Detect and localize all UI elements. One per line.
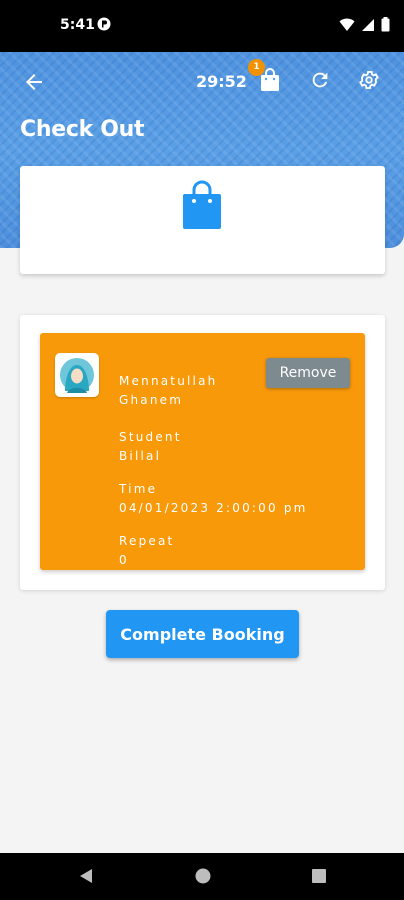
cart-summary-card: [20, 166, 385, 274]
shopping-bag-large-icon: [182, 180, 222, 235]
student-info: Student Billal: [119, 428, 182, 466]
status-time: 5:41: [60, 17, 95, 33]
time-info: Time 04/01/2023 2:00:00 pm: [119, 480, 308, 518]
countdown-timer: 29:52: [196, 72, 247, 91]
back-arrow-icon[interactable]: [22, 70, 46, 99]
booking-item: Mennatullah Ghanem Student Billal Time 0…: [40, 333, 365, 570]
app-notification-icon: [97, 17, 111, 36]
repeat-info: Repeat 0: [119, 532, 174, 570]
student-label: Student: [119, 430, 182, 444]
time-label: Time: [119, 482, 158, 496]
page-title: Check Out: [20, 117, 145, 142]
time-value: 04/01/2023 2:00:00 pm: [119, 501, 308, 515]
teacher-name-line1: Mennatullah: [119, 374, 218, 388]
refresh-icon[interactable]: [309, 69, 331, 96]
repeat-value: 0: [119, 553, 129, 567]
teacher-avatar: [55, 353, 99, 397]
repeat-label: Repeat: [119, 534, 175, 548]
settings-icon[interactable]: [358, 69, 380, 96]
system-nav-bar: [0, 853, 404, 900]
teacher-name-line2: Ghanem: [119, 393, 184, 407]
nav-recent-apps-icon[interactable]: [310, 867, 328, 890]
wifi-icon: [339, 18, 355, 37]
cart-count-badge: 1: [248, 59, 265, 76]
complete-booking-button[interactable]: Complete Booking: [106, 610, 299, 658]
nav-back-icon[interactable]: [77, 867, 95, 890]
student-value: Billal: [119, 449, 162, 463]
status-bar: 5:41: [0, 0, 404, 52]
nav-home-icon[interactable]: [194, 867, 212, 890]
signal-icon: [361, 18, 375, 37]
battery-icon: [381, 17, 390, 37]
teacher-name: Mennatullah Ghanem: [119, 372, 217, 410]
remove-button[interactable]: Remove: [266, 358, 350, 388]
status-icons: [339, 17, 390, 37]
booking-list-card: Mennatullah Ghanem Student Billal Time 0…: [20, 315, 385, 590]
